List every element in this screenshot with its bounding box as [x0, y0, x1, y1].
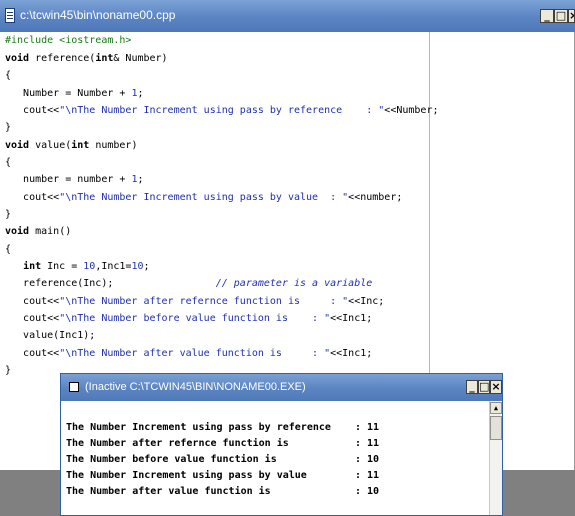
- editor-close-button[interactable]: ×: [568, 9, 575, 23]
- code-token: }: [5, 209, 12, 220]
- console-window-icon: [69, 382, 79, 392]
- console-output-line: The Number after refernce function is : …: [66, 438, 380, 449]
- code-token: {: [5, 157, 12, 168]
- code-token: int: [71, 140, 90, 151]
- code-token: "\nThe Number Increment using pass by va…: [59, 192, 349, 203]
- code-line: cout<<"\nThe Number after value function…: [5, 347, 372, 361]
- code-line: }: [5, 364, 11, 378]
- code-token: // parameter is a variable: [215, 278, 373, 289]
- console-title-bar[interactable]: (Inactive C:\TCWIN45\BIN\NONAME00.EXE) _…: [61, 374, 502, 401]
- code-line: {: [5, 69, 11, 83]
- code-token: }: [5, 122, 12, 133]
- scroll-up-arrow-icon[interactable]: ▲: [490, 402, 502, 414]
- code-line: int Inc = 10,Inc1=10;: [5, 260, 150, 274]
- console-output-line: The Number after value function is : 10: [66, 486, 380, 497]
- console-close-button[interactable]: ×: [490, 380, 502, 394]
- code-token: Number = Number +: [5, 88, 132, 99]
- code-line: void value(int number): [5, 139, 137, 153]
- code-token: int: [23, 261, 42, 272]
- code-line: #include <iostream.h>: [5, 34, 131, 48]
- code-token: void: [5, 226, 30, 237]
- console-window: (Inactive C:\TCWIN45\BIN\NONAME00.EXE) _…: [60, 373, 503, 516]
- code-token: "\nThe Number after refernce function is…: [59, 296, 349, 307]
- document-icon: [5, 8, 15, 23]
- console-maximize-button[interactable]: □: [478, 380, 490, 394]
- code-token: <<Inc;: [348, 296, 385, 307]
- code-token: cout<<: [5, 313, 60, 324]
- code-token: {: [5, 70, 12, 81]
- console-output-line: The Number Increment using pass by refer…: [66, 422, 380, 433]
- code-token: void: [5, 140, 30, 151]
- code-token: ;: [137, 174, 144, 185]
- console-output-line: The Number before value function is : 10: [66, 454, 380, 465]
- editor-title: c:\tcwin45\bin\noname00.cpp: [20, 8, 176, 22]
- code-token: ;: [137, 88, 144, 99]
- code-line: number = number + 1;: [5, 173, 144, 187]
- code-token: cout<<: [5, 192, 60, 203]
- code-line: }: [5, 208, 11, 222]
- code-line: {: [5, 156, 11, 170]
- code-token: #include <iostream.h>: [5, 35, 132, 46]
- console-output: The Number Increment using pass by refer…: [61, 401, 488, 515]
- scroll-thumb[interactable]: [490, 416, 502, 440]
- editor-title-bar[interactable]: c:\tcwin45\bin\noname00.cpp _ □ ×: [0, 0, 575, 32]
- editor-minimize-button[interactable]: _: [540, 9, 554, 23]
- code-token: {: [5, 244, 12, 255]
- code-token: cout<<: [5, 296, 60, 307]
- code-token: number): [89, 140, 138, 151]
- code-token: <<number;: [348, 192, 403, 203]
- code-line: void reference(int& Number): [5, 52, 168, 66]
- code-token: <<Inc1;: [330, 313, 373, 324]
- code-token: cout<<: [5, 348, 60, 359]
- code-line: value(Inc1);: [5, 329, 95, 343]
- code-token: reference(Inc);: [5, 278, 216, 289]
- console-minimize-button[interactable]: _: [466, 380, 478, 394]
- code-token: 10: [131, 261, 144, 272]
- code-line: }: [5, 121, 11, 135]
- code-token: cout<<: [5, 105, 60, 116]
- code-token: main(): [29, 226, 72, 237]
- code-token: reference(: [29, 53, 96, 64]
- console-output-line: The Number Increment using pass by value…: [66, 470, 380, 481]
- code-token: <<Inc1;: [330, 348, 373, 359]
- code-line: {: [5, 243, 11, 257]
- code-token: 10: [83, 261, 96, 272]
- code-line: cout<<"\nThe Number Increment using pass…: [5, 104, 438, 118]
- code-token: number = number +: [5, 174, 132, 185]
- code-line: cout<<"\nThe Number after refernce funct…: [5, 295, 384, 309]
- code-line: void main(): [5, 225, 71, 239]
- console-title: (Inactive C:\TCWIN45\BIN\NONAME00.EXE): [85, 381, 306, 393]
- code-token: "\nThe Number after value function is : …: [59, 348, 331, 359]
- code-token: void: [5, 53, 30, 64]
- code-line: Number = Number + 1;: [5, 87, 144, 101]
- code-token: & Number): [113, 53, 168, 64]
- console-vertical-scrollbar[interactable]: ▲: [489, 401, 502, 515]
- code-token: int: [95, 53, 114, 64]
- code-token: "\nThe Number before value function is :…: [59, 313, 331, 324]
- code-line: cout<<"\nThe Number Increment using pass…: [5, 191, 402, 205]
- code-token: <<Number;: [384, 105, 439, 116]
- code-token: Inc =: [41, 261, 84, 272]
- editor-maximize-button[interactable]: □: [554, 9, 568, 23]
- code-line: cout<<"\nThe Number before value functio…: [5, 312, 372, 326]
- code-token: value(Inc1);: [5, 330, 96, 341]
- code-token: "\nThe Number Increment using pass by re…: [59, 105, 385, 116]
- code-token: }: [5, 365, 12, 376]
- code-token: ,Inc1=: [95, 261, 132, 272]
- code-line: reference(Inc); // parameter is a variab…: [5, 277, 372, 291]
- code-token: value(: [29, 140, 72, 151]
- code-token: ;: [143, 261, 150, 272]
